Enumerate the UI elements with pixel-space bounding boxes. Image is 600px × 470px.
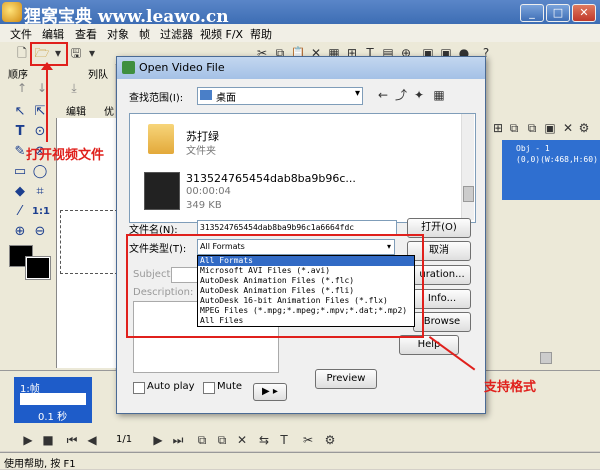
annotation-formats: 支持格式 xyxy=(484,380,537,395)
tab-partial[interactable]: 优 xyxy=(104,103,114,118)
frame-time: 0.1 秒 xyxy=(38,412,68,423)
new-folder-icon[interactable]: ✦ xyxy=(411,87,427,103)
annotation-arrow-head xyxy=(41,62,53,70)
rectangle-icon[interactable]: ▭ xyxy=(12,164,28,180)
next-frame-icon[interactable]: ▶ xyxy=(150,432,166,448)
file-item-meta: 文件夹 xyxy=(186,146,216,157)
add-frame-icon[interactable]: ⧉ xyxy=(194,432,210,448)
chevron-down-icon: ▾ xyxy=(354,88,360,99)
page-counter: 1/1 xyxy=(116,434,133,445)
frame-thumbnail[interactable]: 1:帧 0.1 秒 xyxy=(14,377,92,423)
annotation-open-file: 打开视频文件 xyxy=(26,148,105,163)
object-name: Obj - 1 xyxy=(516,144,550,153)
view-menu-icon[interactable]: ▦ xyxy=(431,87,447,103)
status-bar: 使用帮助, 按 F1 xyxy=(0,452,600,470)
menu-file[interactable]: 文件 xyxy=(10,26,32,42)
fill-icon[interactable]: ◆ xyxy=(12,184,28,200)
text-frame-icon[interactable]: T xyxy=(276,432,292,448)
arrow-up-icon[interactable]: ↑ xyxy=(14,80,30,96)
file-item-size: 349 KB xyxy=(186,200,222,211)
dialog-app-icon xyxy=(122,61,135,74)
autoplay-checkbox[interactable] xyxy=(133,382,145,394)
cut-frame-icon[interactable]: ✂ xyxy=(300,432,316,448)
move-down-icon[interactable]: ⤓ xyxy=(66,80,82,96)
menu-bar: 文件 编辑 查看 对象 帧 过滤器 视频 F/X 帮助 xyxy=(0,24,600,43)
text-tool-icon[interactable]: T xyxy=(12,124,28,140)
copy-object-icon[interactable]: ⧉ xyxy=(506,120,522,136)
new-file-icon[interactable]: 🗋 xyxy=(14,45,30,61)
look-in-label: 查找范围(I): xyxy=(129,93,184,104)
play-icon[interactable]: ▶ xyxy=(20,432,36,448)
first-frame-icon[interactable]: ⏮ xyxy=(64,432,80,448)
right-panel xyxy=(480,64,600,370)
app-logo-icon xyxy=(2,2,22,22)
tab-strip: 编辑 优 xyxy=(58,100,116,119)
save-icon[interactable]: 🖫 xyxy=(68,45,84,61)
object-coords: (0,0)(W:468,H:60) xyxy=(516,155,598,164)
resize-grip[interactable] xyxy=(540,352,552,364)
menu-video-fx[interactable]: 视频 F/X xyxy=(200,26,243,42)
actual-size-icon[interactable]: 1:1 xyxy=(32,204,50,220)
list-label: 列队 xyxy=(88,70,108,81)
background-color-swatch[interactable] xyxy=(25,256,51,280)
up-folder-icon[interactable]: ⤴ xyxy=(393,87,409,103)
ellipse-icon[interactable]: ◯ xyxy=(32,164,48,180)
order-label: 顺序 xyxy=(8,70,28,81)
select-arrow-icon[interactable]: ↖ xyxy=(12,104,28,120)
file-list[interactable]: 苏打绿 文件夹 313524765454dab8ba9b96c... 00:00… xyxy=(129,113,476,223)
transition-icon[interactable]: ⇆ xyxy=(256,432,272,448)
prev-frame-icon[interactable]: ◀ xyxy=(84,432,100,448)
play-button[interactable]: ▶ ▸ xyxy=(253,383,287,401)
frame-preview xyxy=(20,393,86,405)
properties-icon[interactable]: ▣ xyxy=(542,120,558,136)
stop-icon[interactable]: ■ xyxy=(40,432,56,448)
canvas-selection xyxy=(60,210,118,274)
new-object-icon[interactable]: ⊞ xyxy=(490,120,506,136)
file-item-name[interactable]: 313524765454dab8ba9b96c... xyxy=(186,172,356,185)
file-item-duration: 00:00:04 xyxy=(186,186,231,197)
folder-icon xyxy=(148,124,174,154)
back-icon[interactable]: ← xyxy=(375,87,391,103)
menu-view[interactable]: 查看 xyxy=(75,26,97,42)
menu-help[interactable]: 帮助 xyxy=(250,26,272,42)
maximize-button[interactable]: □ xyxy=(546,4,570,22)
menu-edit[interactable]: 编辑 xyxy=(42,26,64,42)
look-in-select[interactable]: 桌面 ▾ xyxy=(197,87,363,105)
duplicate-icon[interactable]: ⧉ xyxy=(524,120,540,136)
last-frame-icon[interactable]: ⏭ xyxy=(170,432,186,448)
menu-filter[interactable]: 过滤器 xyxy=(160,26,193,42)
copy-frame-icon[interactable]: ⧉ xyxy=(214,432,230,448)
delete-frame-icon[interactable]: ✕ xyxy=(234,432,250,448)
close-button[interactable]: ✕ xyxy=(572,4,596,22)
autoplay-label: Auto play xyxy=(147,381,195,392)
settings-icon[interactable]: ⚙ xyxy=(576,120,592,136)
menu-object[interactable]: 对象 xyxy=(107,26,129,42)
eyedropper-icon[interactable]: ⁄ xyxy=(12,204,28,220)
desktop-icon xyxy=(200,90,212,100)
mute-label: Mute xyxy=(217,381,243,392)
video-thumbnail-icon xyxy=(144,172,180,210)
delete-object-icon[interactable]: ✕ xyxy=(560,120,576,136)
frame-settings-icon[interactable]: ⚙ xyxy=(322,432,338,448)
look-in-value: 桌面 xyxy=(216,93,236,104)
tab-edit[interactable]: 编辑 xyxy=(66,103,86,118)
preview-button[interactable]: Preview xyxy=(315,369,377,389)
dialog-title: Open Video File xyxy=(139,61,225,74)
chevron-down-icon[interactable]: ▾ xyxy=(84,45,100,61)
menu-frame[interactable]: 帧 xyxy=(139,26,150,42)
object-list[interactable]: Obj - 1 (0,0)(W:468,H:60) xyxy=(502,140,600,200)
mute-checkbox[interactable] xyxy=(203,382,215,394)
scrollbar-thumb[interactable] xyxy=(463,186,474,202)
zoom-out-icon[interactable]: ⊖ xyxy=(32,224,48,240)
file-list-scrollbar[interactable] xyxy=(461,114,474,220)
minimize-button[interactable]: _ xyxy=(520,4,544,22)
annotation-box-formats xyxy=(126,234,424,338)
zoom-in-icon[interactable]: ⊕ xyxy=(12,224,28,240)
crop-icon[interactable]: ⌗ xyxy=(32,184,48,200)
annotation-arrow-line xyxy=(46,64,48,142)
